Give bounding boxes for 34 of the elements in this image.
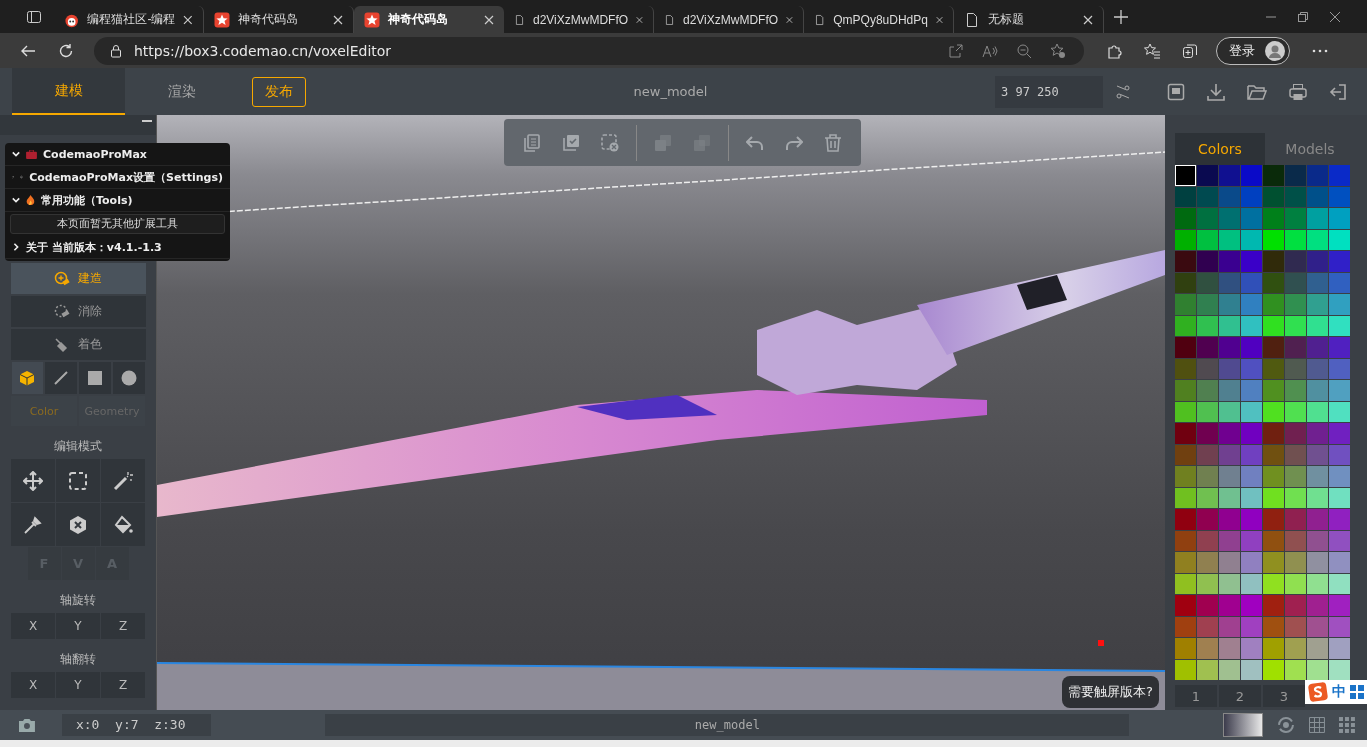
tool-button[interactable]: 着色 — [10, 329, 146, 360]
publish-button[interactable]: 发布 — [252, 76, 306, 107]
tool-button[interactable]: 建造 — [10, 263, 146, 294]
rotate-axis-button[interactable]: Y — [56, 613, 100, 639]
page-button[interactable]: 3 — [1263, 685, 1305, 707]
model-title: new_model — [633, 84, 708, 99]
flip-axis-button[interactable]: Z — [101, 672, 145, 698]
login-button[interactable]: 登录 — [1216, 36, 1290, 65]
section-label: 轴翻转 — [60, 651, 96, 668]
address-field[interactable]: https://box3.codemao.cn/voxelEditor — [94, 36, 1084, 65]
ime-mode-label[interactable]: 中 — [1332, 683, 1346, 701]
touch-version-tooltip[interactable]: 需要触屏版本? — [1062, 676, 1159, 708]
section-label: 编辑模式 — [54, 438, 102, 455]
rotate-axis-button[interactable]: X — [11, 613, 55, 639]
extension-section[interactable]: CodemaoProMax设置（Settings) — [5, 166, 230, 189]
rotate-axis-button[interactable]: Z — [101, 613, 145, 639]
page-button[interactable]: 1 — [1175, 685, 1217, 707]
cursor-coordinates: x:0 y:7 z:30 — [61, 714, 212, 736]
extension-header[interactable]: CodemaoProMax — [5, 143, 230, 166]
model-name-field[interactable]: new_model — [325, 714, 1130, 736]
extension-section[interactable]: 关于 当前版本：v4.1.-1.3 — [5, 236, 230, 259]
extension-note: 本页面暂无其他扩展工具 — [10, 214, 225, 234]
page-button[interactable]: 2 — [1219, 685, 1261, 707]
extension-section[interactable]: 常用功能（Tools) — [5, 189, 230, 212]
flip-axis-button[interactable]: X — [11, 672, 55, 698]
palette-tab[interactable]: Colors — [1175, 133, 1265, 165]
ime-floating-toolbar[interactable]: 中 — [1305, 680, 1367, 704]
flip-axis-button[interactable]: Y — [56, 672, 100, 698]
section-label: 轴旋转 — [60, 592, 96, 609]
tool-button[interactable]: 消除 — [10, 296, 146, 327]
mode-tab[interactable]: 建模 — [12, 68, 125, 115]
mode-tab[interactable]: 渲染 — [125, 68, 238, 115]
coordinates-field[interactable]: 3 97 250 — [995, 75, 1103, 108]
browser-tab[interactable]: 神奇代码岛 — [354, 6, 504, 33]
